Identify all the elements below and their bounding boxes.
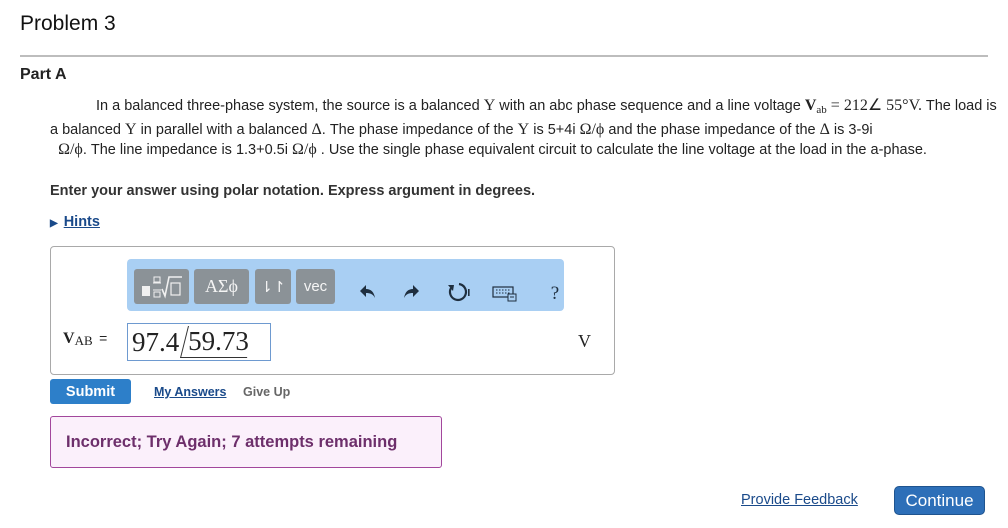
answer-instruction: Enter your answer using polar notation. …	[50, 183, 536, 199]
magnitude-value: 97.4	[132, 326, 180, 357]
vector-button[interactable]: vec	[296, 269, 335, 304]
angle-symbol: 59.73	[180, 326, 255, 358]
provide-feedback-link[interactable]: Provide Feedback	[741, 492, 858, 508]
title-divider	[20, 55, 988, 57]
variable-label: VAB =	[63, 330, 108, 348]
answer-input[interactable]: 97.4 59.73	[127, 323, 271, 361]
undo-icon[interactable]	[357, 281, 379, 303]
hints-toggle[interactable]: ▶ Hints	[50, 214, 100, 230]
submit-button[interactable]: Submit	[50, 379, 131, 404]
my-answers-link[interactable]: My Answers	[154, 385, 226, 399]
redo-icon[interactable]	[400, 281, 422, 303]
greek-symbols-button[interactable]: ΑΣϕ	[194, 269, 249, 304]
part-label: Part A	[20, 66, 67, 83]
feedback-message: Incorrect; Try Again; 7 attempts remaini…	[50, 416, 442, 468]
continue-button[interactable]: Continue	[894, 486, 985, 515]
math-toolbar: ΑΣϕ ⇂↾ vec ?	[127, 259, 564, 311]
fraction-root-icon	[141, 275, 182, 299]
unit-label: V	[578, 331, 591, 351]
subscript-superscript-button[interactable]: ⇂↾	[255, 269, 291, 304]
feedback-text: Incorrect; Try Again; 7 attempts remaini…	[66, 432, 398, 451]
reset-icon[interactable]	[445, 280, 471, 304]
templates-button[interactable]	[134, 269, 189, 304]
question-text: In a balanced three-phase system, the so…	[50, 97, 997, 158]
problem-title: Problem 3	[20, 12, 116, 35]
give-up-link[interactable]: Give Up	[243, 385, 290, 399]
help-icon[interactable]: ?	[548, 283, 562, 305]
keyboard-icon[interactable]	[492, 285, 518, 303]
expand-triangle-icon: ▶	[50, 218, 58, 229]
angle-value: 59.73	[188, 326, 250, 356]
hints-link[interactable]: Hints	[64, 214, 100, 230]
